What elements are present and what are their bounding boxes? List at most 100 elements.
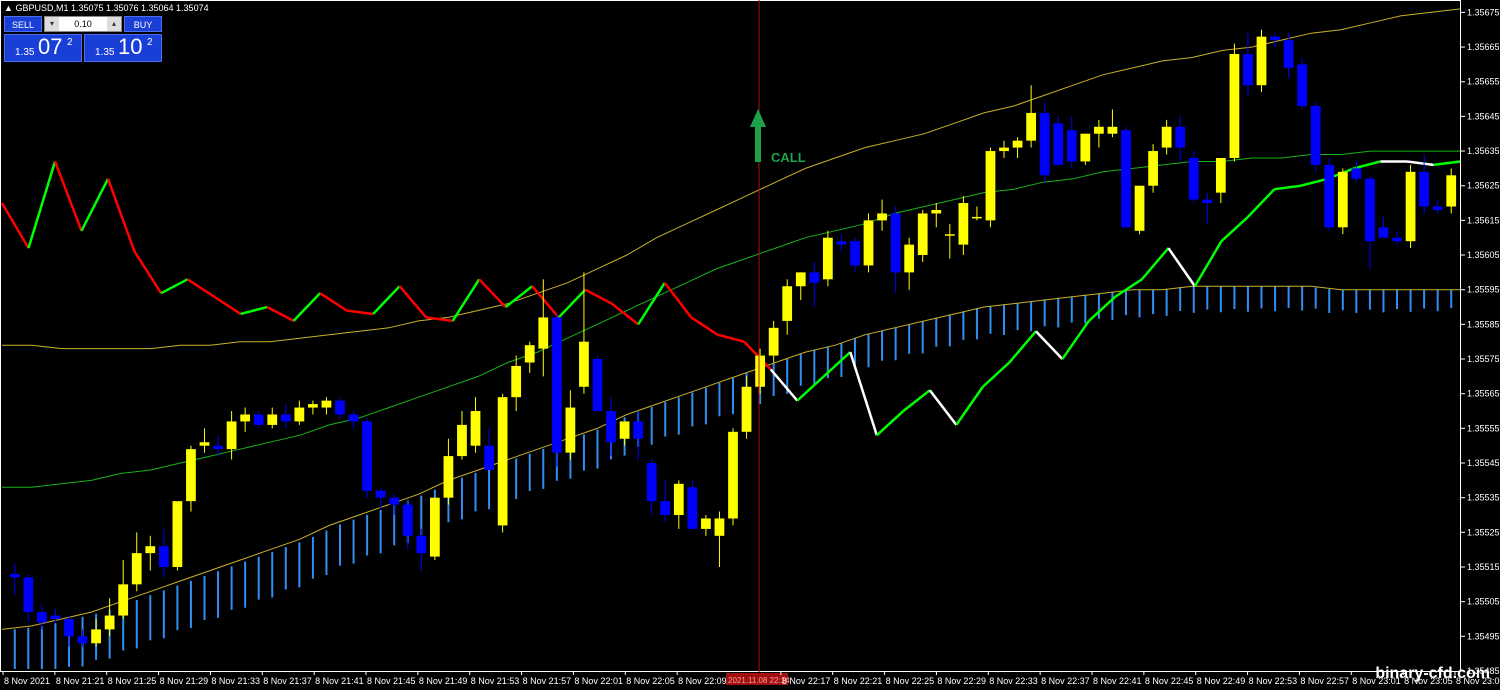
bear-candle	[1175, 116, 1186, 162]
candle-body	[226, 421, 237, 450]
bear-candle	[213, 435, 223, 457]
oscillator-segment	[584, 288, 613, 305]
candle-body	[863, 220, 874, 266]
candle-body	[1066, 130, 1077, 162]
candle-body	[335, 400, 345, 415]
oscillator-segment	[292, 292, 322, 322]
bear-candle	[551, 313, 562, 467]
oscillator-segment	[955, 386, 984, 426]
bull-candle	[999, 140, 1009, 158]
bear-candle	[633, 411, 644, 460]
candle-body	[619, 421, 630, 439]
candle-body	[633, 421, 644, 439]
bear-candle	[484, 428, 494, 470]
bear-candle	[1283, 33, 1294, 79]
buy-price-button[interactable]: 1.35 10 2	[84, 34, 162, 62]
bull-candle	[267, 407, 278, 429]
bull-candle	[1161, 119, 1172, 155]
bear-candle	[158, 528, 169, 578]
bear-candle	[1270, 33, 1280, 48]
candle-body	[77, 636, 88, 644]
sell-button[interactable]: SELL	[4, 16, 42, 32]
bull-candle	[944, 223, 955, 259]
bull-candle	[958, 196, 969, 256]
bull-candle	[1107, 109, 1118, 138]
bear-candle	[1432, 199, 1443, 214]
candle-body	[944, 234, 955, 236]
oscillator-segment	[928, 389, 958, 426]
candle-body	[240, 414, 251, 422]
candle-body	[1229, 53, 1240, 158]
bear-candle	[37, 605, 47, 630]
bull-candle	[863, 213, 874, 273]
y-tick-label: 1.35595	[1467, 285, 1500, 295]
candle-body	[917, 213, 928, 256]
candle-body	[904, 244, 915, 273]
candle-body	[9, 573, 20, 578]
bands-layer	[1, 8, 1461, 630]
candle-body	[389, 497, 400, 505]
collapse-triangle-icon[interactable]: ▲	[4, 3, 13, 13]
bull-candle	[1012, 137, 1023, 158]
lot-value[interactable]: 0.10	[61, 17, 105, 31]
y-tick-label: 1.35575	[1467, 354, 1500, 364]
y-tick-label: 1.35665	[1467, 42, 1500, 52]
candle-body	[321, 400, 332, 408]
candle-body	[253, 414, 264, 425]
candle-body	[416, 535, 427, 554]
bear-candle	[416, 528, 427, 571]
x-tick-label: 8 Nov 22:09	[678, 676, 727, 686]
candle-body	[728, 431, 738, 519]
candle-body	[470, 411, 481, 446]
bull-candle	[470, 397, 481, 453]
y-tick-label: 1.35505	[1467, 597, 1500, 607]
candle-body	[524, 345, 535, 363]
bull-candle	[822, 230, 833, 287]
bull-candle	[985, 147, 996, 228]
oscillator-segment	[1274, 184, 1302, 191]
candle-body	[348, 414, 359, 422]
bull-candle	[1215, 157, 1226, 204]
buy-price-fraction: 2	[147, 37, 153, 48]
x-tick-label: 8 Nov 22:33	[989, 676, 1038, 686]
candle-body	[308, 404, 318, 408]
x-tick-label: 8 Nov 21:25	[108, 676, 157, 686]
buy-button[interactable]: BUY	[124, 16, 162, 32]
oscillator-segment	[1034, 330, 1064, 360]
candle-body	[579, 341, 589, 387]
call-label: CALL	[771, 150, 806, 165]
candle-body	[1053, 123, 1064, 165]
price-chart[interactable]: CALL 1.35675 1.35665 1.35655 1.35645 1.35635…	[0, 0, 1500, 690]
candle-body	[985, 151, 996, 221]
lot-size-field[interactable]: ▾ 0.10 ▴	[44, 16, 122, 32]
oscillator-segment	[663, 282, 693, 319]
bull-candle	[511, 355, 522, 412]
bear-candle	[850, 237, 860, 273]
x-tick-label: 8 Nov 21:45	[367, 676, 416, 686]
chevron-down-icon[interactable]: ▾	[45, 17, 59, 31]
candle-body	[1419, 171, 1429, 207]
bear-candle	[64, 615, 74, 647]
call-signal: CALL	[750, 109, 806, 165]
candle-body	[1270, 36, 1280, 41]
x-tick-label: 8 Nov 21:21	[56, 676, 105, 686]
sell-price-button[interactable]: 1.35 07 2	[4, 34, 82, 62]
bull-candle	[877, 199, 887, 231]
bull-candle	[294, 400, 305, 425]
candle-body	[646, 463, 657, 502]
oscillator-segment	[981, 361, 1011, 388]
watermark: binary-cfd.com	[1375, 665, 1490, 682]
bear-candle	[1297, 57, 1308, 110]
oscillator-segment	[690, 316, 719, 336]
bear-candle	[1351, 161, 1362, 183]
candle-body	[795, 272, 806, 287]
chevron-up-icon[interactable]: ▴	[107, 17, 121, 31]
bull-candle	[741, 376, 752, 439]
bear-candle	[1243, 33, 1253, 96]
buy-price-pips: 10	[118, 34, 143, 59]
bull-candle	[1148, 144, 1158, 193]
candle-body	[443, 456, 454, 498]
candle-body	[1405, 171, 1416, 242]
x-tick-label: 8 Nov 22:53	[1249, 676, 1298, 686]
oscillator-segment	[213, 295, 242, 316]
